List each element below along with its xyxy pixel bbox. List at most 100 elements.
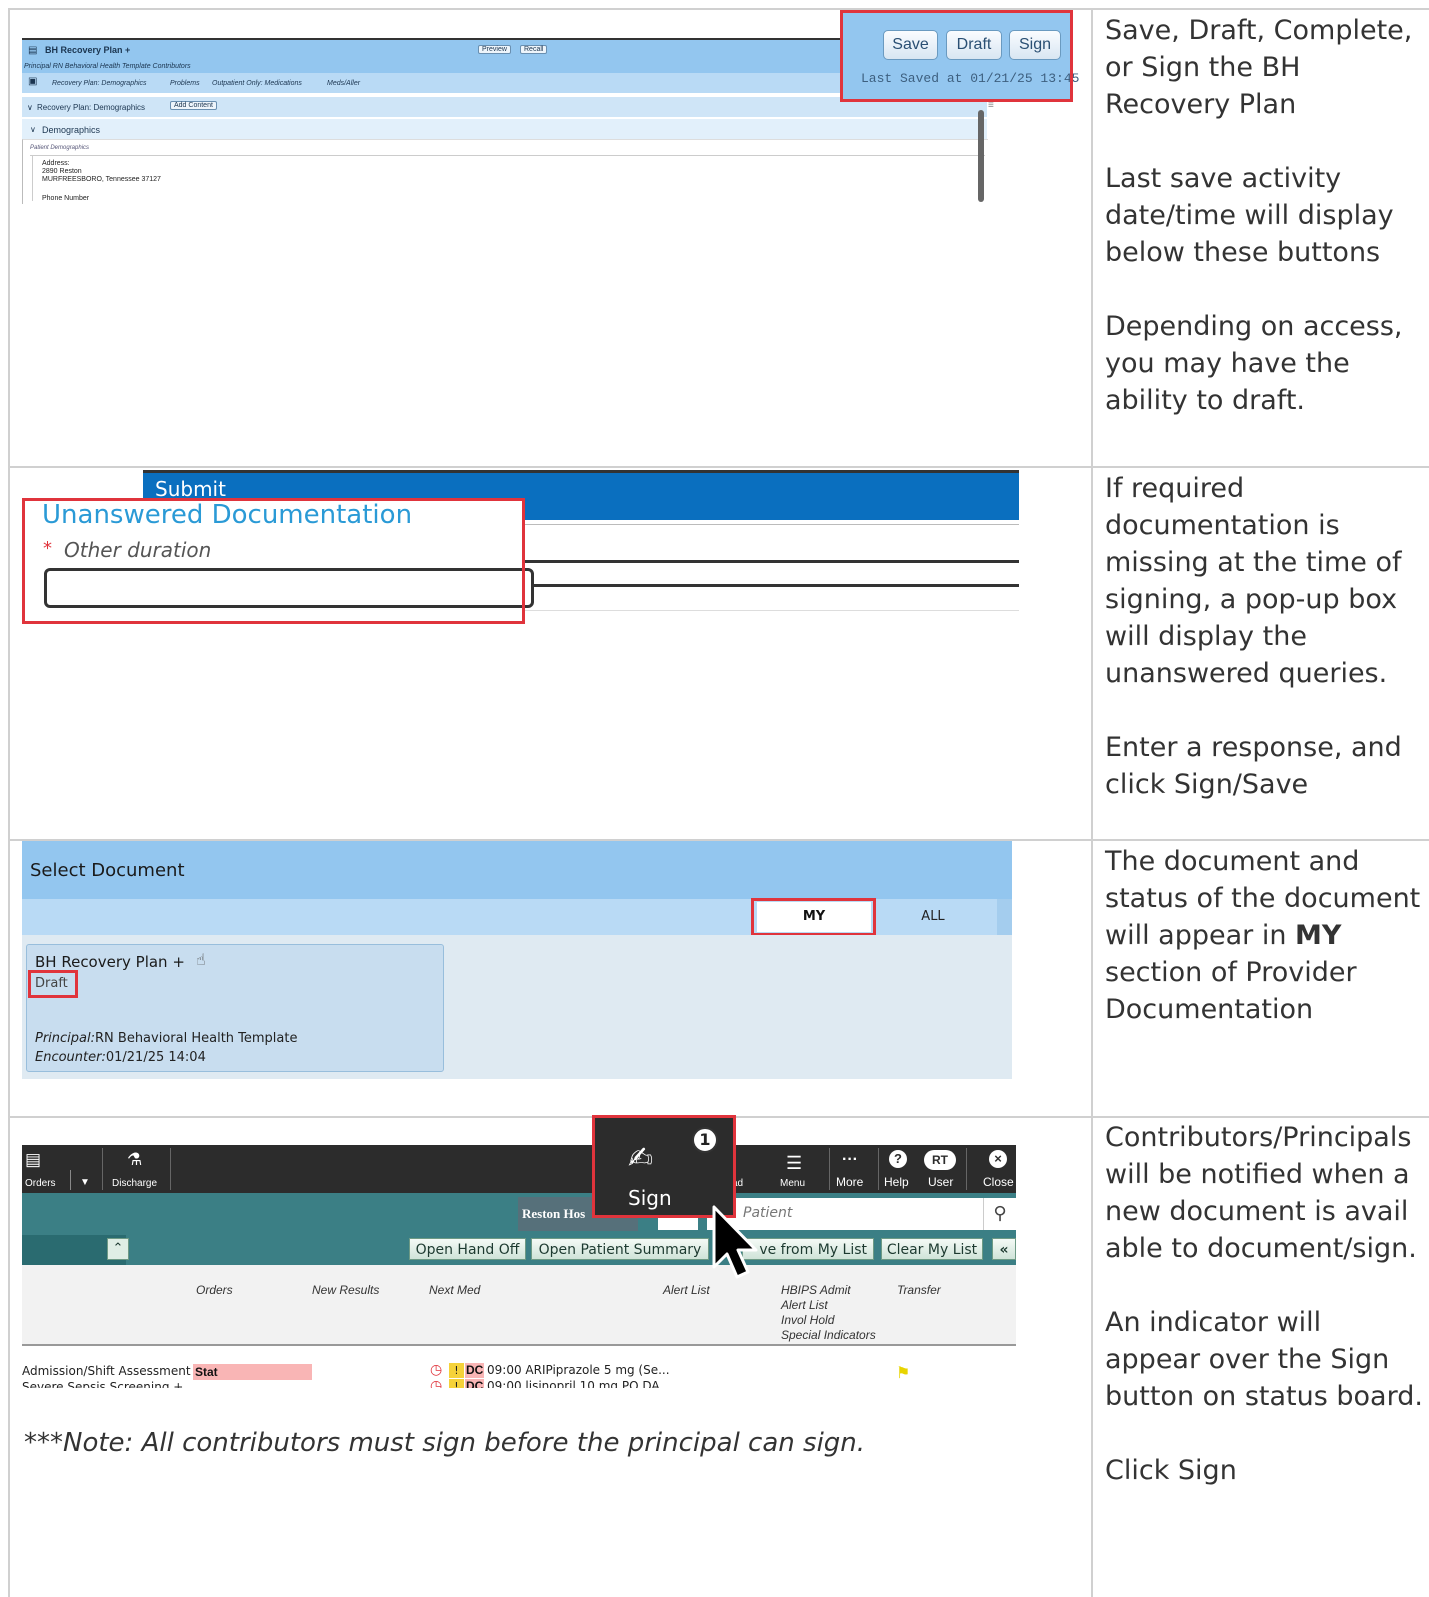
chevron-down-icon[interactable]: ∨: [27, 103, 33, 112]
warning-icon: !: [449, 1379, 464, 1388]
add-content-button[interactable]: Add Content: [170, 101, 217, 110]
encounter-line: Encounter:01/21/25 14:04: [35, 1050, 206, 1065]
tab-meds-aller[interactable]: Meds/Aller: [327, 80, 360, 87]
principal-label: Principal:: [35, 1031, 96, 1046]
row-3-description: The document and status of the document …: [1105, 843, 1423, 1065]
grid-line: [8, 466, 1429, 468]
open-hand-off-button[interactable]: Open Hand Off: [409, 1238, 526, 1260]
patient-row[interactable]: Admission/Shift Assessment + Severe Seps…: [22, 1346, 1016, 1388]
discharge-label[interactable]: Discharge: [112, 1178, 157, 1189]
discharge-icon[interactable]: ⚗: [127, 1150, 142, 1170]
tab-medications[interactable]: Outpatient Only: Medications: [212, 80, 302, 87]
orders-label[interactable]: Orders: [25, 1178, 56, 1189]
dc-badge: DC: [465, 1379, 485, 1388]
search-icon[interactable]: ⚲: [983, 1198, 1016, 1230]
close-icon[interactable]: ×: [989, 1150, 1007, 1168]
column-header-hbips-4[interactable]: Special Indicators: [781, 1328, 876, 1342]
encounter-value: 01/21/25 14:04: [105, 1050, 206, 1065]
stat-badge: Stat: [193, 1364, 312, 1380]
desc-part: The document and status of the document …: [1105, 846, 1421, 951]
highlight-box: [592, 1115, 736, 1218]
scrollbar[interactable]: [978, 110, 984, 202]
open-patient-summary-button[interactable]: Open Patient Summary: [531, 1238, 709, 1260]
clock-icon: ◷: [430, 1378, 443, 1388]
section-title: Recovery Plan: Demographics: [37, 103, 146, 112]
divider: [70, 1170, 71, 1190]
more-label[interactable]: More: [836, 1175, 863, 1189]
column-header-orders[interactable]: Orders: [196, 1283, 233, 1297]
address-line1: 2890 Reston: [42, 168, 82, 175]
hand-cursor-icon: ☝: [196, 950, 206, 969]
column-header-hbips-1[interactable]: HBIPS Admit: [781, 1283, 851, 1297]
collapse-icon[interactable]: ⌃: [107, 1238, 129, 1260]
patient-demographics-label: Patient Demographics: [30, 145, 90, 151]
description-text: An indicator will appear over the Sign b…: [1105, 1307, 1423, 1412]
order-text[interactable]: Admission/Shift Assessment +: [22, 1364, 204, 1378]
plan-subtitle: Principal RN Behavioral Health Template …: [24, 63, 191, 70]
encounter-label: Encounter:: [35, 1050, 106, 1065]
divider: [32, 156, 33, 201]
divider: [524, 560, 1019, 563]
highlight-box: [840, 10, 1073, 102]
chevron-down-icon[interactable]: ∨: [30, 125, 36, 134]
help-label[interactable]: Help: [884, 1175, 909, 1189]
principal-value: RN Behavioral Health Template: [95, 1031, 298, 1046]
clock-icon: ◷: [430, 1362, 443, 1378]
user-label[interactable]: User: [928, 1175, 953, 1189]
tab-menu-icon[interactable]: ▣: [28, 76, 37, 87]
column-header-alert-list[interactable]: Alert List: [663, 1283, 710, 1297]
divider: [524, 524, 1019, 525]
flag-icon[interactable]: ⚑: [896, 1363, 910, 1382]
orders-icon[interactable]: ▤: [25, 1150, 41, 1170]
grid-line: [8, 8, 1429, 10]
grid-line: [1091, 8, 1093, 1597]
next-med-text[interactable]: 09:00 lisinopril 10 mg PO DA: [487, 1379, 660, 1388]
description-text: Save, Draft, Complete, or Sign the BH Re…: [1105, 15, 1413, 120]
description-text: If required documentation is missing at …: [1105, 473, 1402, 689]
column-header-transfer[interactable]: Transfer: [897, 1283, 941, 1297]
demographics-panel: [22, 139, 988, 204]
column-header-next-med[interactable]: Next Med: [429, 1283, 480, 1297]
column-header-new-results[interactable]: New Results: [312, 1283, 379, 1297]
menu-icon[interactable]: ☰: [786, 1153, 802, 1174]
principal-line: Principal:RN Behavioral Health Template: [35, 1031, 297, 1046]
expand-left-icon[interactable]: «: [992, 1238, 1016, 1260]
highlight-box: [28, 970, 78, 998]
next-med-text[interactable]: 09:00 ARIPiprazole 5 mg (Se...: [487, 1363, 670, 1377]
divider: [966, 1148, 967, 1190]
description-text: Contributors/Principals will be notified…: [1105, 1122, 1417, 1264]
description-text: Last save activity date/time will displa…: [1105, 163, 1394, 268]
dropdown-icon[interactable]: ▼: [80, 1177, 90, 1188]
warning-icon: !: [449, 1363, 464, 1378]
remove-from-my-list-button[interactable]: ve from My List: [742, 1238, 874, 1260]
user-avatar[interactable]: RT: [924, 1150, 956, 1170]
desc-part: section of Provider Documentation: [1105, 957, 1357, 1025]
divider: [30, 155, 985, 156]
document-title: BH Recovery Plan +: [35, 953, 185, 971]
order-text[interactable]: Severe Sepsis Screening +: [22, 1380, 183, 1388]
demographics-bar: [22, 119, 987, 139]
close-label[interactable]: Close: [983, 1175, 1014, 1189]
highlight-box: [22, 498, 525, 624]
toolbar: [22, 1145, 1016, 1193]
row-1-description: Save, Draft, Complete, or Sign the BH Re…: [1105, 12, 1423, 456]
dc-badge: DC: [465, 1363, 485, 1378]
help-icon[interactable]: ?: [889, 1150, 907, 1168]
preview-button[interactable]: Preview: [478, 45, 511, 54]
divider: [878, 1148, 879, 1190]
column-header-hbips-2[interactable]: Alert List: [781, 1298, 828, 1312]
clear-my-list-button[interactable]: Clear My List: [881, 1238, 983, 1260]
tab-problems[interactable]: Problems: [170, 80, 200, 87]
tab-demographics[interactable]: Recovery Plan: Demographics: [52, 80, 147, 87]
mouse-pointer-icon: [712, 1205, 758, 1279]
menu-label[interactable]: Menu: [780, 1178, 805, 1189]
phone-label: Phone Number: [42, 195, 90, 202]
column-header-hbips-3[interactable]: Invol Hold: [781, 1313, 834, 1327]
plan-title: BH Recovery Plan +: [45, 45, 131, 55]
all-tab[interactable]: ALL: [903, 902, 963, 932]
more-icon[interactable]: ···: [842, 1151, 858, 1169]
divider: [170, 1148, 171, 1190]
select-document-title: Select Document: [30, 860, 185, 881]
hospital-name: Reston Hos: [522, 1206, 586, 1221]
recall-button[interactable]: Recall: [520, 45, 548, 54]
